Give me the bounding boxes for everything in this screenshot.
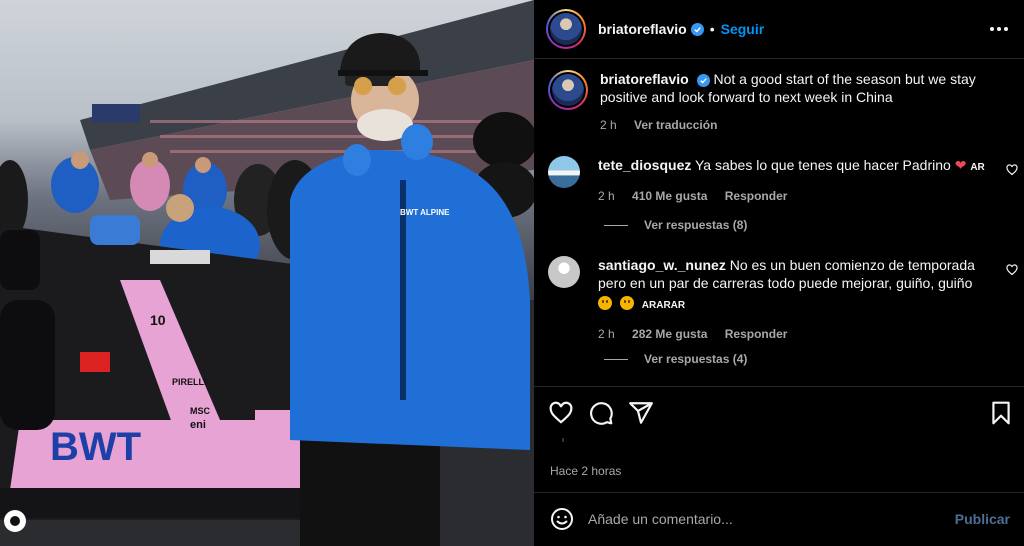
wink-emoji-icon	[619, 296, 634, 310]
comment-likes[interactable]: 282 Me gusta	[632, 327, 707, 341]
view-replies-label: Ver respuestas (8)	[644, 218, 748, 232]
flag-emoji: AR	[970, 162, 985, 173]
more-options-icon[interactable]	[990, 20, 1008, 38]
comment-time[interactable]: 2 h	[598, 189, 615, 203]
commenter-username[interactable]: santiago_w._nunez	[598, 257, 726, 273]
commenter-avatar[interactable]	[548, 156, 580, 188]
view-replies-label: Ver respuestas (4)	[644, 352, 748, 366]
post-caption: briatoreflavio Not a good start of the s…	[548, 70, 1008, 134]
view-replies-button[interactable]: Ver respuestas (4)	[604, 352, 747, 366]
post-photo-illustration: BWT 10 PIRELLI MSC eni BWT ALPINE	[0, 0, 534, 546]
post-header: briatoreflavio • Seguir	[534, 0, 1024, 58]
reply-button[interactable]: Responder	[725, 327, 788, 341]
post-time-ago[interactable]: Hace 2 horas	[550, 464, 621, 478]
view-replies-button[interactable]: Ver respuestas (8)	[604, 218, 747, 232]
add-comment-bar: Publicar	[534, 492, 1024, 546]
wink-emoji-icon	[598, 296, 612, 310]
comment-item: santiago_w._nunez No es un buen comienzo…	[548, 256, 1018, 343]
comment-icon[interactable]	[588, 400, 614, 426]
car-sponsor-eni: eni	[190, 419, 206, 431]
caption-time[interactable]: 2 h	[600, 118, 617, 132]
caption-author-avatar[interactable]	[548, 70, 588, 110]
comment-text: Ya sabes lo que tenes que hacer Padrino	[695, 157, 951, 173]
author-username[interactable]: briatoreflavio	[598, 21, 687, 37]
car-sponsor-msc: MSC	[190, 406, 211, 416]
emoji-icon[interactable]	[550, 507, 574, 531]
bookmark-icon[interactable]	[988, 400, 1014, 426]
photo-tag-badge[interactable]	[4, 510, 26, 532]
flag-emoji: ARARAR	[641, 300, 686, 311]
caption-username[interactable]: briatoreflavio	[600, 71, 689, 87]
author-avatar[interactable]	[546, 9, 586, 49]
car-sponsor-pirelli: PIRELLI	[172, 377, 207, 387]
reply-button[interactable]: Responder	[725, 189, 788, 203]
like-comment-heart-icon[interactable]	[1006, 264, 1018, 276]
heart-icon[interactable]	[548, 400, 574, 426]
translate-button[interactable]: Ver traducción	[634, 118, 717, 132]
jacket-logo: BWT ALPINE	[400, 208, 450, 217]
post-photo[interactable]: BWT 10 PIRELLI MSC eni BWT ALPINE	[0, 0, 534, 546]
replies-line	[604, 224, 628, 226]
comment-time[interactable]: 2 h	[598, 327, 615, 341]
follow-button[interactable]: Seguir	[721, 21, 765, 37]
red-heart-emoji-icon: ❤	[954, 157, 967, 173]
like-comment-heart-icon[interactable]	[1006, 164, 1018, 176]
separator-dot: •	[709, 21, 715, 37]
actions-divider	[534, 386, 1024, 387]
car-sponsor-bwt: BWT	[50, 425, 141, 469]
comment-item: tete_diosquez Ya sabes lo que tenes que …	[548, 156, 1018, 205]
commenter-avatar[interactable]	[548, 256, 580, 288]
post-side-panel: briatoreflavio • Seguir briatoreflavio N…	[534, 0, 1024, 546]
comment-input[interactable]	[588, 511, 938, 527]
verified-icon	[690, 22, 704, 36]
likes-placeholder	[562, 438, 564, 442]
share-icon[interactable]	[628, 400, 654, 426]
replies-line	[604, 358, 628, 360]
header-divider	[534, 58, 1024, 59]
publish-button[interactable]: Publicar	[955, 511, 1010, 527]
post-actions-bar	[548, 400, 1014, 428]
commenter-username[interactable]: tete_diosquez	[598, 157, 691, 173]
car-number: 10	[150, 312, 166, 328]
comment-likes[interactable]: 410 Me gusta	[632, 189, 707, 203]
verified-icon	[696, 74, 710, 87]
